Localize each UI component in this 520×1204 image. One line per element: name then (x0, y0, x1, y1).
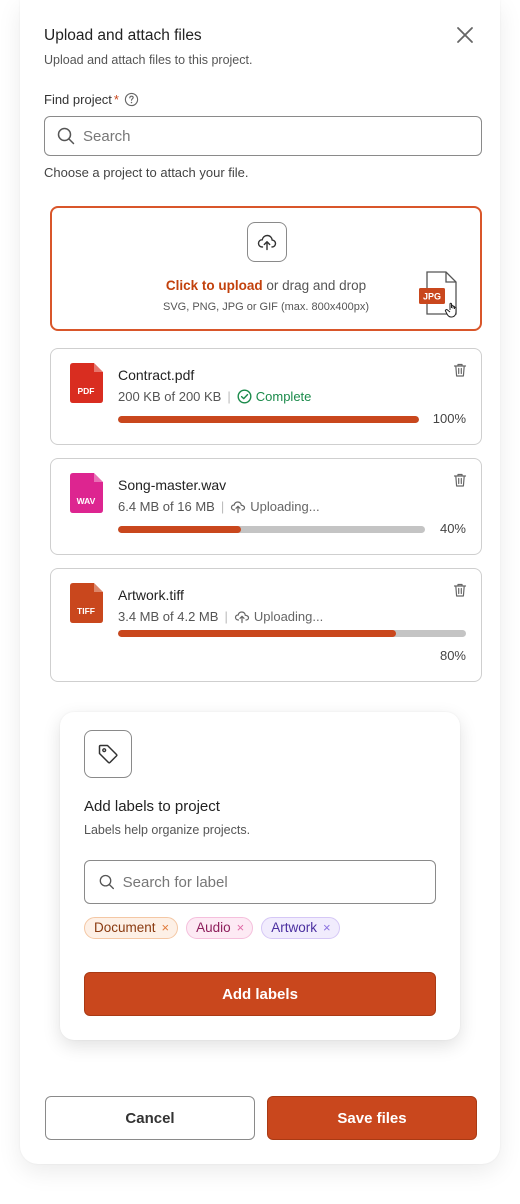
file-name: Contract.pdf (118, 367, 195, 383)
labels-panel-subtitle: Labels help organize projects. (84, 823, 251, 837)
project-search-field[interactable] (44, 116, 482, 156)
dragged-file-type: JPG (423, 292, 441, 302)
progress-bar (118, 630, 466, 637)
status-uploading: Uploading... (230, 499, 320, 514)
search-icon (57, 127, 75, 145)
status-uploading: Uploading... (234, 609, 323, 624)
progress-percent: 100% (432, 411, 466, 426)
upload-icon-box (247, 222, 287, 262)
label-chip-artwork[interactable]: Artwork × (261, 917, 340, 939)
label-chip-audio[interactable]: Audio × (186, 917, 254, 939)
tiff-file-icon: TIFF (70, 583, 103, 623)
file-meta: 200 KB of 200 KB | Complete (118, 389, 311, 404)
file-size: 3.4 MB of 4.2 MB (118, 609, 219, 624)
required-mark: * (113, 92, 119, 107)
status-text: Complete (255, 389, 312, 404)
project-search-input[interactable] (83, 127, 443, 145)
search-icon (99, 874, 114, 890)
upload-dropzone[interactable]: Click to upload or drag and drop SVG, PN… (50, 206, 482, 331)
find-project-label-text: Find project (44, 92, 112, 107)
status-text: Uploading... (250, 499, 320, 514)
labels-panel-title: Add labels to project (84, 798, 220, 815)
remove-chip-icon[interactable]: × (162, 920, 170, 935)
progress-bar (118, 416, 419, 423)
file-name: Artwork.tiff (118, 587, 184, 603)
remove-chip-icon[interactable]: × (237, 920, 245, 935)
progress-bar (118, 526, 425, 533)
tag-icon (98, 744, 118, 764)
progress-percent: 40% (439, 521, 466, 536)
label-search-field[interactable] (84, 860, 436, 904)
cloud-upload-icon (231, 501, 246, 514)
progress-fill (118, 630, 397, 637)
save-files-button[interactable]: Save files (267, 1096, 477, 1140)
modal-subtitle: Upload and attach files to this project. (44, 53, 253, 67)
wav-file-icon: WAV (70, 473, 103, 513)
progress-fill (118, 416, 419, 423)
pdf-file-icon: PDF (70, 363, 103, 403)
trash-icon[interactable] (452, 472, 468, 488)
help-icon[interactable] (124, 92, 139, 107)
file-meta: 6.4 MB of 16 MB | Uploading... (118, 499, 320, 514)
dropzone-formats: SVG, PNG, JPG or GIF (max. 800x400px) (162, 301, 369, 313)
status-text: Uploading... (253, 609, 324, 624)
find-project-label: Find project * (44, 92, 139, 107)
project-search-hint: Choose a project to attach your file. (44, 165, 249, 180)
label-search-input[interactable] (122, 873, 435, 891)
trash-icon[interactable] (452, 582, 468, 598)
file-size: 200 KB of 200 KB (118, 389, 222, 404)
file-card: WAV Song-master.wav 6.4 MB of 16 MB | Up… (50, 458, 482, 555)
file-card: TIFF Artwork.tiff 3.4 MB of 4.2 MB | Upl… (50, 568, 482, 682)
meta-separator: | (224, 609, 228, 624)
upload-modal: Upload and attach files Upload and attac… (20, 0, 500, 1164)
label-chips: Document × Audio × Artwork × (84, 917, 340, 939)
modal-title: Upload and attach files (44, 27, 202, 44)
chip-text: Artwork (271, 920, 318, 935)
cloud-upload-icon (234, 611, 249, 624)
dragged-file-icon: JPG (419, 271, 457, 318)
status-complete: Complete (237, 389, 312, 404)
meta-separator: | (227, 389, 231, 404)
file-type-label: PDF (78, 386, 95, 396)
progress-fill (118, 526, 241, 533)
file-name: Song-master.wav (118, 477, 227, 493)
click-to-upload-link[interactable]: Click to upload (166, 278, 263, 293)
file-card: PDF Contract.pdf 200 KB of 200 KB | Comp… (50, 348, 482, 445)
meta-separator: | (220, 499, 225, 514)
labels-panel: Add labels to project Labels help organi… (60, 712, 460, 1040)
chip-text: Audio (196, 920, 231, 935)
file-size: 6.4 MB of 16 MB (118, 499, 215, 514)
file-type-label: TIFF (77, 606, 95, 616)
label-chip-document[interactable]: Document × (84, 917, 179, 939)
check-circle-icon (237, 389, 252, 404)
file-type-label: WAV (77, 496, 96, 506)
file-meta: 3.4 MB of 4.2 MB | Uploading... (118, 609, 323, 624)
close-icon[interactable] (454, 24, 476, 46)
add-labels-button[interactable]: Add labels (84, 972, 436, 1016)
remove-chip-icon[interactable]: × (323, 920, 331, 935)
progress-percent: 80% (439, 648, 466, 663)
tag-icon-box (84, 730, 132, 778)
chip-text: Document (94, 920, 156, 935)
trash-icon[interactable] (452, 362, 468, 378)
drag-drop-text: or drag and drop (262, 278, 367, 293)
cloud-upload-icon (257, 234, 277, 251)
cancel-button[interactable]: Cancel (45, 1096, 255, 1140)
dropzone-instruction: Click to upload or drag and drop (52, 278, 480, 293)
